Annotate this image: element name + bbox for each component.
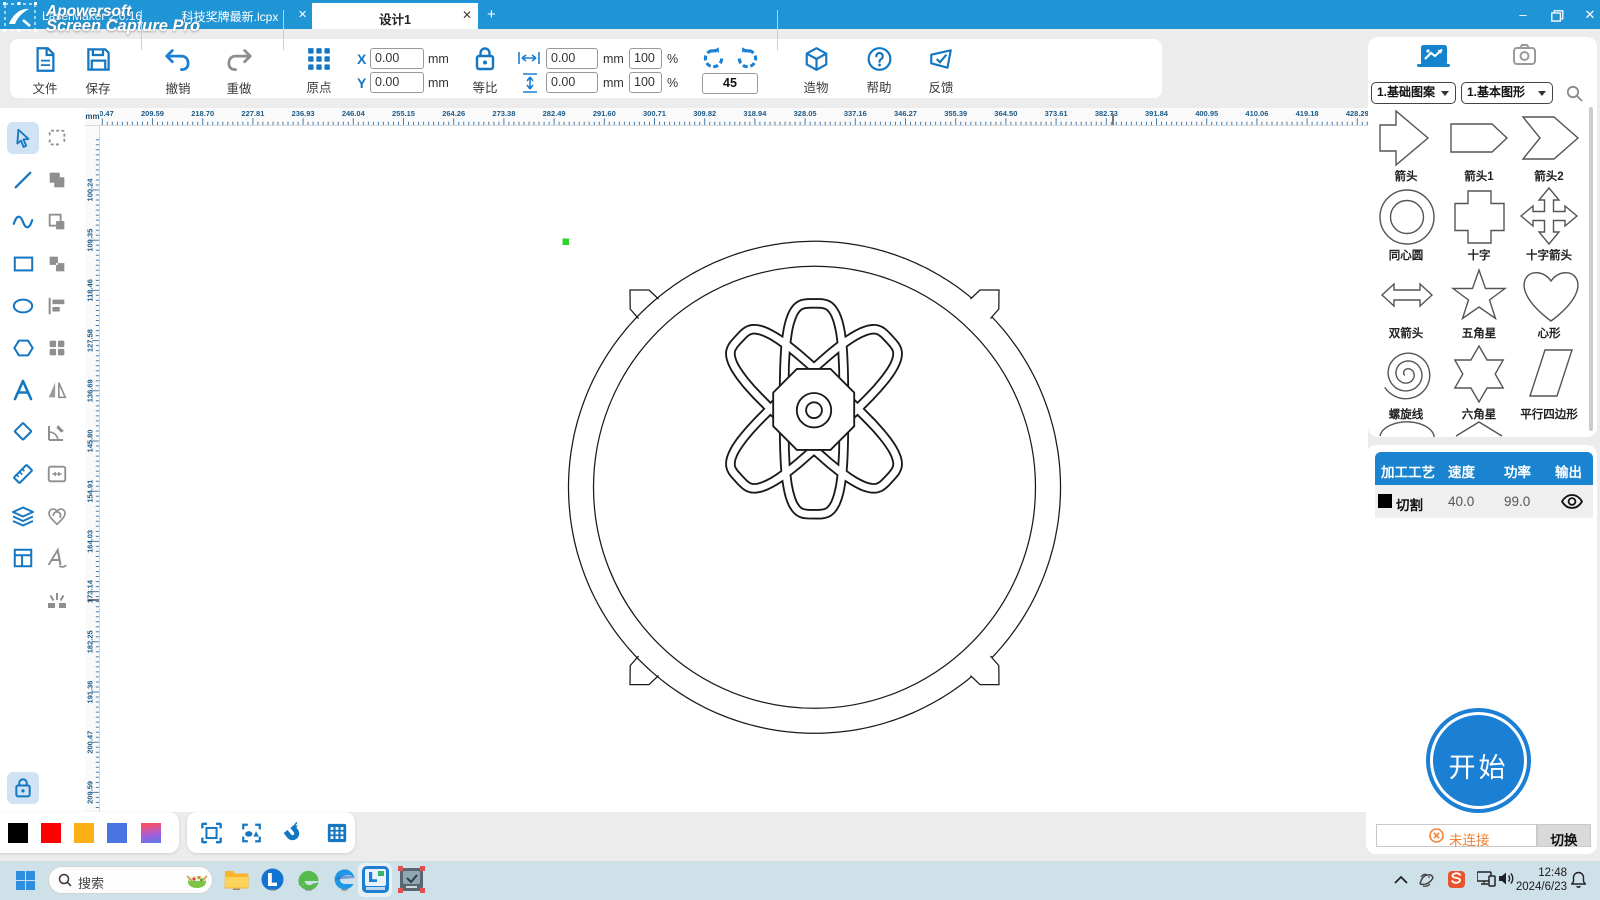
svg-text:136.69: 136.69 <box>86 379 95 402</box>
svg-text:382.73: 382.73 <box>1095 109 1118 118</box>
svg-text:109.35: 109.35 <box>86 229 95 252</box>
svg-text:291.60: 291.60 <box>593 109 616 118</box>
svg-text:300.71: 300.71 <box>643 109 666 118</box>
svg-text:428.29: 428.29 <box>1346 109 1368 118</box>
svg-text:209.59: 209.59 <box>141 109 164 118</box>
svg-text:200.47: 200.47 <box>86 731 95 754</box>
svg-text:173.14: 173.14 <box>86 579 95 603</box>
svg-text:127.58: 127.58 <box>86 329 95 352</box>
svg-text:191.36: 191.36 <box>86 681 95 704</box>
svg-text:182.25: 182.25 <box>86 630 95 653</box>
svg-text:346.27: 346.27 <box>894 109 917 118</box>
svg-text:410.06: 410.06 <box>1245 109 1268 118</box>
svg-text:318.94: 318.94 <box>743 109 767 118</box>
svg-text:264.26: 264.26 <box>442 109 465 118</box>
svg-text:255.15: 255.15 <box>392 109 415 118</box>
svg-text:164.03: 164.03 <box>86 530 95 553</box>
svg-text:118.46: 118.46 <box>86 279 95 302</box>
svg-text:218.70: 218.70 <box>191 109 214 118</box>
svg-text:273.38: 273.38 <box>492 109 515 118</box>
svg-text:282.49: 282.49 <box>543 109 566 118</box>
svg-text:373.61: 373.61 <box>1045 109 1068 118</box>
svg-text:364.50: 364.50 <box>994 109 1017 118</box>
svg-text:400.95: 400.95 <box>1195 109 1218 118</box>
svg-text:419.18: 419.18 <box>1296 109 1319 118</box>
svg-text:209.59: 209.59 <box>86 781 95 804</box>
svg-text:309.82: 309.82 <box>693 109 716 118</box>
svg-text:236.93: 236.93 <box>292 109 315 118</box>
svg-text:227.81: 227.81 <box>241 109 264 118</box>
svg-text:154.91: 154.91 <box>86 480 95 503</box>
svg-text:391.84: 391.84 <box>1145 109 1169 118</box>
svg-text:337.16: 337.16 <box>844 109 867 118</box>
svg-text:246.04: 246.04 <box>342 109 366 118</box>
svg-text:145.80: 145.80 <box>86 430 95 453</box>
svg-text:355.39: 355.39 <box>944 109 967 118</box>
svg-text:328.05: 328.05 <box>794 109 817 118</box>
svg-text:100.24: 100.24 <box>86 178 95 202</box>
